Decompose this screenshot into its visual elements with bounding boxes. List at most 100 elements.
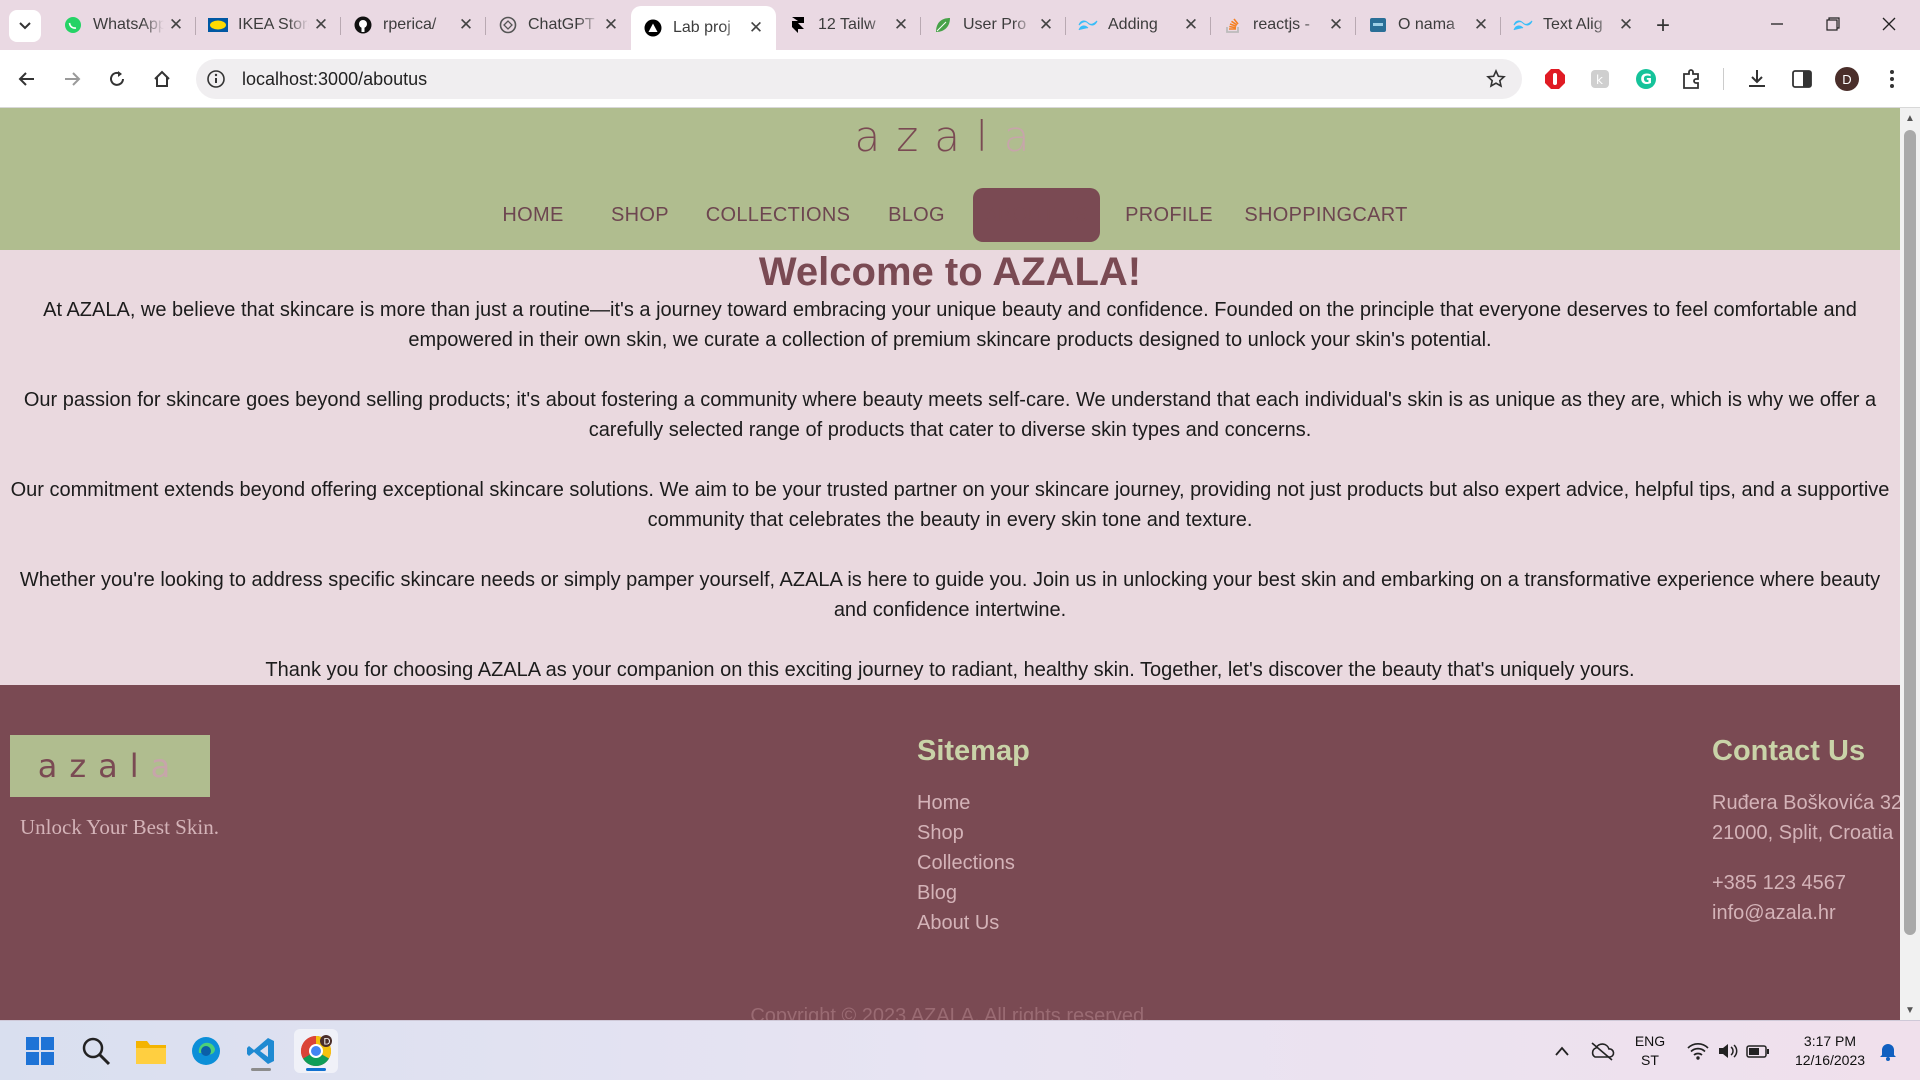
windows-taskbar: D ENG ST 3:17 PM 12/16/2023: [0, 1020, 1920, 1080]
tab-close-icon[interactable]: ✕: [164, 13, 188, 37]
tailwind-icon: [1078, 15, 1098, 35]
sitemap-heading: Sitemap: [917, 735, 1030, 767]
about-content: Welcome to AZALA! At AZALA, we believe t…: [0, 250, 1900, 684]
nav-shoppingcart[interactable]: SHOPPINGCART: [1244, 188, 1407, 242]
stackoverflow-icon: [1223, 15, 1243, 35]
browser-tab[interactable]: IKEA Store ✕: [196, 8, 341, 42]
tab-close-icon[interactable]: ✕: [744, 16, 768, 40]
site-header: azala HOME SHOP COLLECTIONS BLOG ABOUT U…: [0, 108, 1900, 250]
bookmark-star-icon[interactable]: [1484, 67, 1508, 91]
extensions-puzzle-icon[interactable]: [1677, 65, 1705, 93]
tab-close-icon[interactable]: ✕: [1614, 13, 1638, 37]
about-paragraph: Our passion for skincare goes beyond sel…: [23, 389, 1877, 441]
keyboard-layout: ST: [1641, 1052, 1659, 1068]
contact-email[interactable]: info@azala.hr: [1712, 902, 1836, 925]
tab-close-icon[interactable]: ✕: [454, 13, 478, 37]
notification-bell-icon[interactable]: [1874, 1021, 1902, 1080]
contact-phone[interactable]: +385 123 4567: [1712, 872, 1846, 895]
tab-close-icon[interactable]: ✕: [1034, 13, 1058, 37]
search-icon[interactable]: [74, 1029, 118, 1073]
tab-title: O nama: [1398, 16, 1455, 33]
site-footer: azal a Unlock Your Best Skin. Sitemap Hom…: [0, 685, 1900, 1020]
site-info-icon[interactable]: [204, 67, 228, 91]
volume-icon[interactable]: [1714, 1021, 1742, 1080]
grammarly-extension-icon[interactable]: G: [1632, 65, 1660, 93]
ikea-icon: [208, 15, 228, 35]
nav-collections[interactable]: COLLECTIONS: [706, 188, 850, 242]
sitemap-link-about-us[interactable]: About Us: [917, 912, 999, 935]
forward-button[interactable]: [57, 64, 87, 94]
scroll-thumb[interactable]: [1904, 130, 1916, 935]
sitemap-link-home[interactable]: Home: [917, 792, 970, 815]
new-tab-button[interactable]: +: [1649, 12, 1677, 40]
page-scrollbar[interactable]: ▲ ▼: [1900, 108, 1920, 1020]
contact-heading: Contact Us: [1712, 735, 1866, 767]
browser-menu-icon[interactable]: [1878, 65, 1906, 93]
tab-close-icon[interactable]: ✕: [309, 13, 333, 37]
browser-tab[interactable]: ChatGPT ✕: [486, 8, 631, 42]
tab-search-button[interactable]: [9, 10, 41, 42]
tab-title: ChatGPT: [528, 16, 595, 33]
chrome-icon[interactable]: D: [294, 1029, 338, 1073]
language-indicator[interactable]: ENG ST: [1628, 1021, 1672, 1080]
restore-button[interactable]: [1805, 0, 1861, 48]
back-button[interactable]: [12, 64, 42, 94]
file-explorer-icon[interactable]: [129, 1029, 173, 1073]
leaf-icon: [933, 15, 953, 35]
close-window-button[interactable]: [1861, 0, 1917, 48]
nav-blog[interactable]: BLOG: [880, 188, 953, 242]
close-icon: [1882, 17, 1896, 31]
tab-title: rperica/: [383, 16, 437, 33]
page-viewport: azala HOME SHOP COLLECTIONS BLOG ABOUT U…: [0, 108, 1900, 1020]
home-button[interactable]: [147, 64, 177, 94]
vscode-icon[interactable]: [239, 1029, 283, 1073]
tab-close-icon[interactable]: ✕: [1469, 13, 1493, 37]
nav-home[interactable]: HOME: [495, 188, 571, 242]
browser-tab[interactable]: rperica/ ✕: [341, 8, 486, 42]
browser-tab[interactable]: reactjs - ✕: [1211, 8, 1356, 42]
browser-tab[interactable]: Text Alig ✕: [1501, 8, 1646, 42]
footer-tagline: Unlock Your Best Skin.: [20, 815, 219, 839]
running-indicator: [251, 1068, 271, 1071]
browser-tab[interactable]: 12 Tailw ✕: [776, 8, 921, 42]
nav-profile[interactable]: PROFILE: [1125, 188, 1213, 242]
browser-tab[interactable]: User Pro ✕: [921, 8, 1066, 42]
svg-text:k: k: [1596, 73, 1603, 87]
extension-icon[interactable]: k: [1586, 65, 1614, 93]
battery-icon[interactable]: [1744, 1021, 1772, 1080]
browser-tab[interactable]: O nama ✕: [1356, 8, 1501, 42]
toolbar-divider: [1723, 68, 1724, 90]
address-bar[interactable]: localhost:3000/aboutus: [196, 59, 1522, 99]
show-hidden-icons[interactable]: [1550, 1021, 1574, 1080]
onedrive-icon[interactable]: [1588, 1021, 1616, 1080]
adblock-extension-icon[interactable]: [1541, 65, 1569, 93]
site-logo[interactable]: azala: [0, 112, 1900, 161]
tab-close-icon[interactable]: ✕: [599, 13, 623, 37]
windows-start-icon[interactable]: [18, 1029, 62, 1073]
scroll-up-arrow-icon[interactable]: ▲: [1900, 108, 1920, 128]
nav-about-us[interactable]: ABOUT US: [973, 188, 1100, 242]
downloads-icon[interactable]: [1743, 65, 1771, 93]
minimize-button[interactable]: [1749, 0, 1805, 48]
sitemap-link-collections[interactable]: Collections: [917, 852, 1015, 875]
tab-close-icon[interactable]: ✕: [1179, 13, 1203, 37]
nav-shop[interactable]: SHOP: [605, 188, 675, 242]
browser-tab[interactable]: Lab proj ✕: [631, 6, 776, 50]
side-panel-icon[interactable]: [1788, 65, 1816, 93]
tab-close-icon[interactable]: ✕: [889, 13, 913, 37]
footer-logo-text: azal: [37, 747, 151, 785]
browser-tab[interactable]: Adding ✕: [1066, 8, 1211, 42]
edge-icon[interactable]: [184, 1029, 228, 1073]
tab-close-icon[interactable]: ✕: [1324, 13, 1348, 37]
wifi-icon[interactable]: [1684, 1021, 1712, 1080]
reload-button[interactable]: [102, 64, 132, 94]
scroll-down-arrow-icon[interactable]: ▼: [1900, 1000, 1920, 1020]
profile-avatar[interactable]: D: [1833, 65, 1861, 93]
browser-tab[interactable]: WhatsApp ✕: [51, 8, 196, 42]
footer-logo[interactable]: azal a: [10, 735, 210, 797]
about-paragraph: Whether you're looking to address specif…: [19, 569, 1881, 621]
sitemap-link-shop[interactable]: Shop: [917, 822, 964, 845]
clock[interactable]: 3:17 PM 12/16/2023: [1782, 1021, 1878, 1080]
sitemap-link-blog[interactable]: Blog: [917, 882, 957, 905]
url-text[interactable]: localhost:3000/aboutus: [242, 69, 427, 90]
